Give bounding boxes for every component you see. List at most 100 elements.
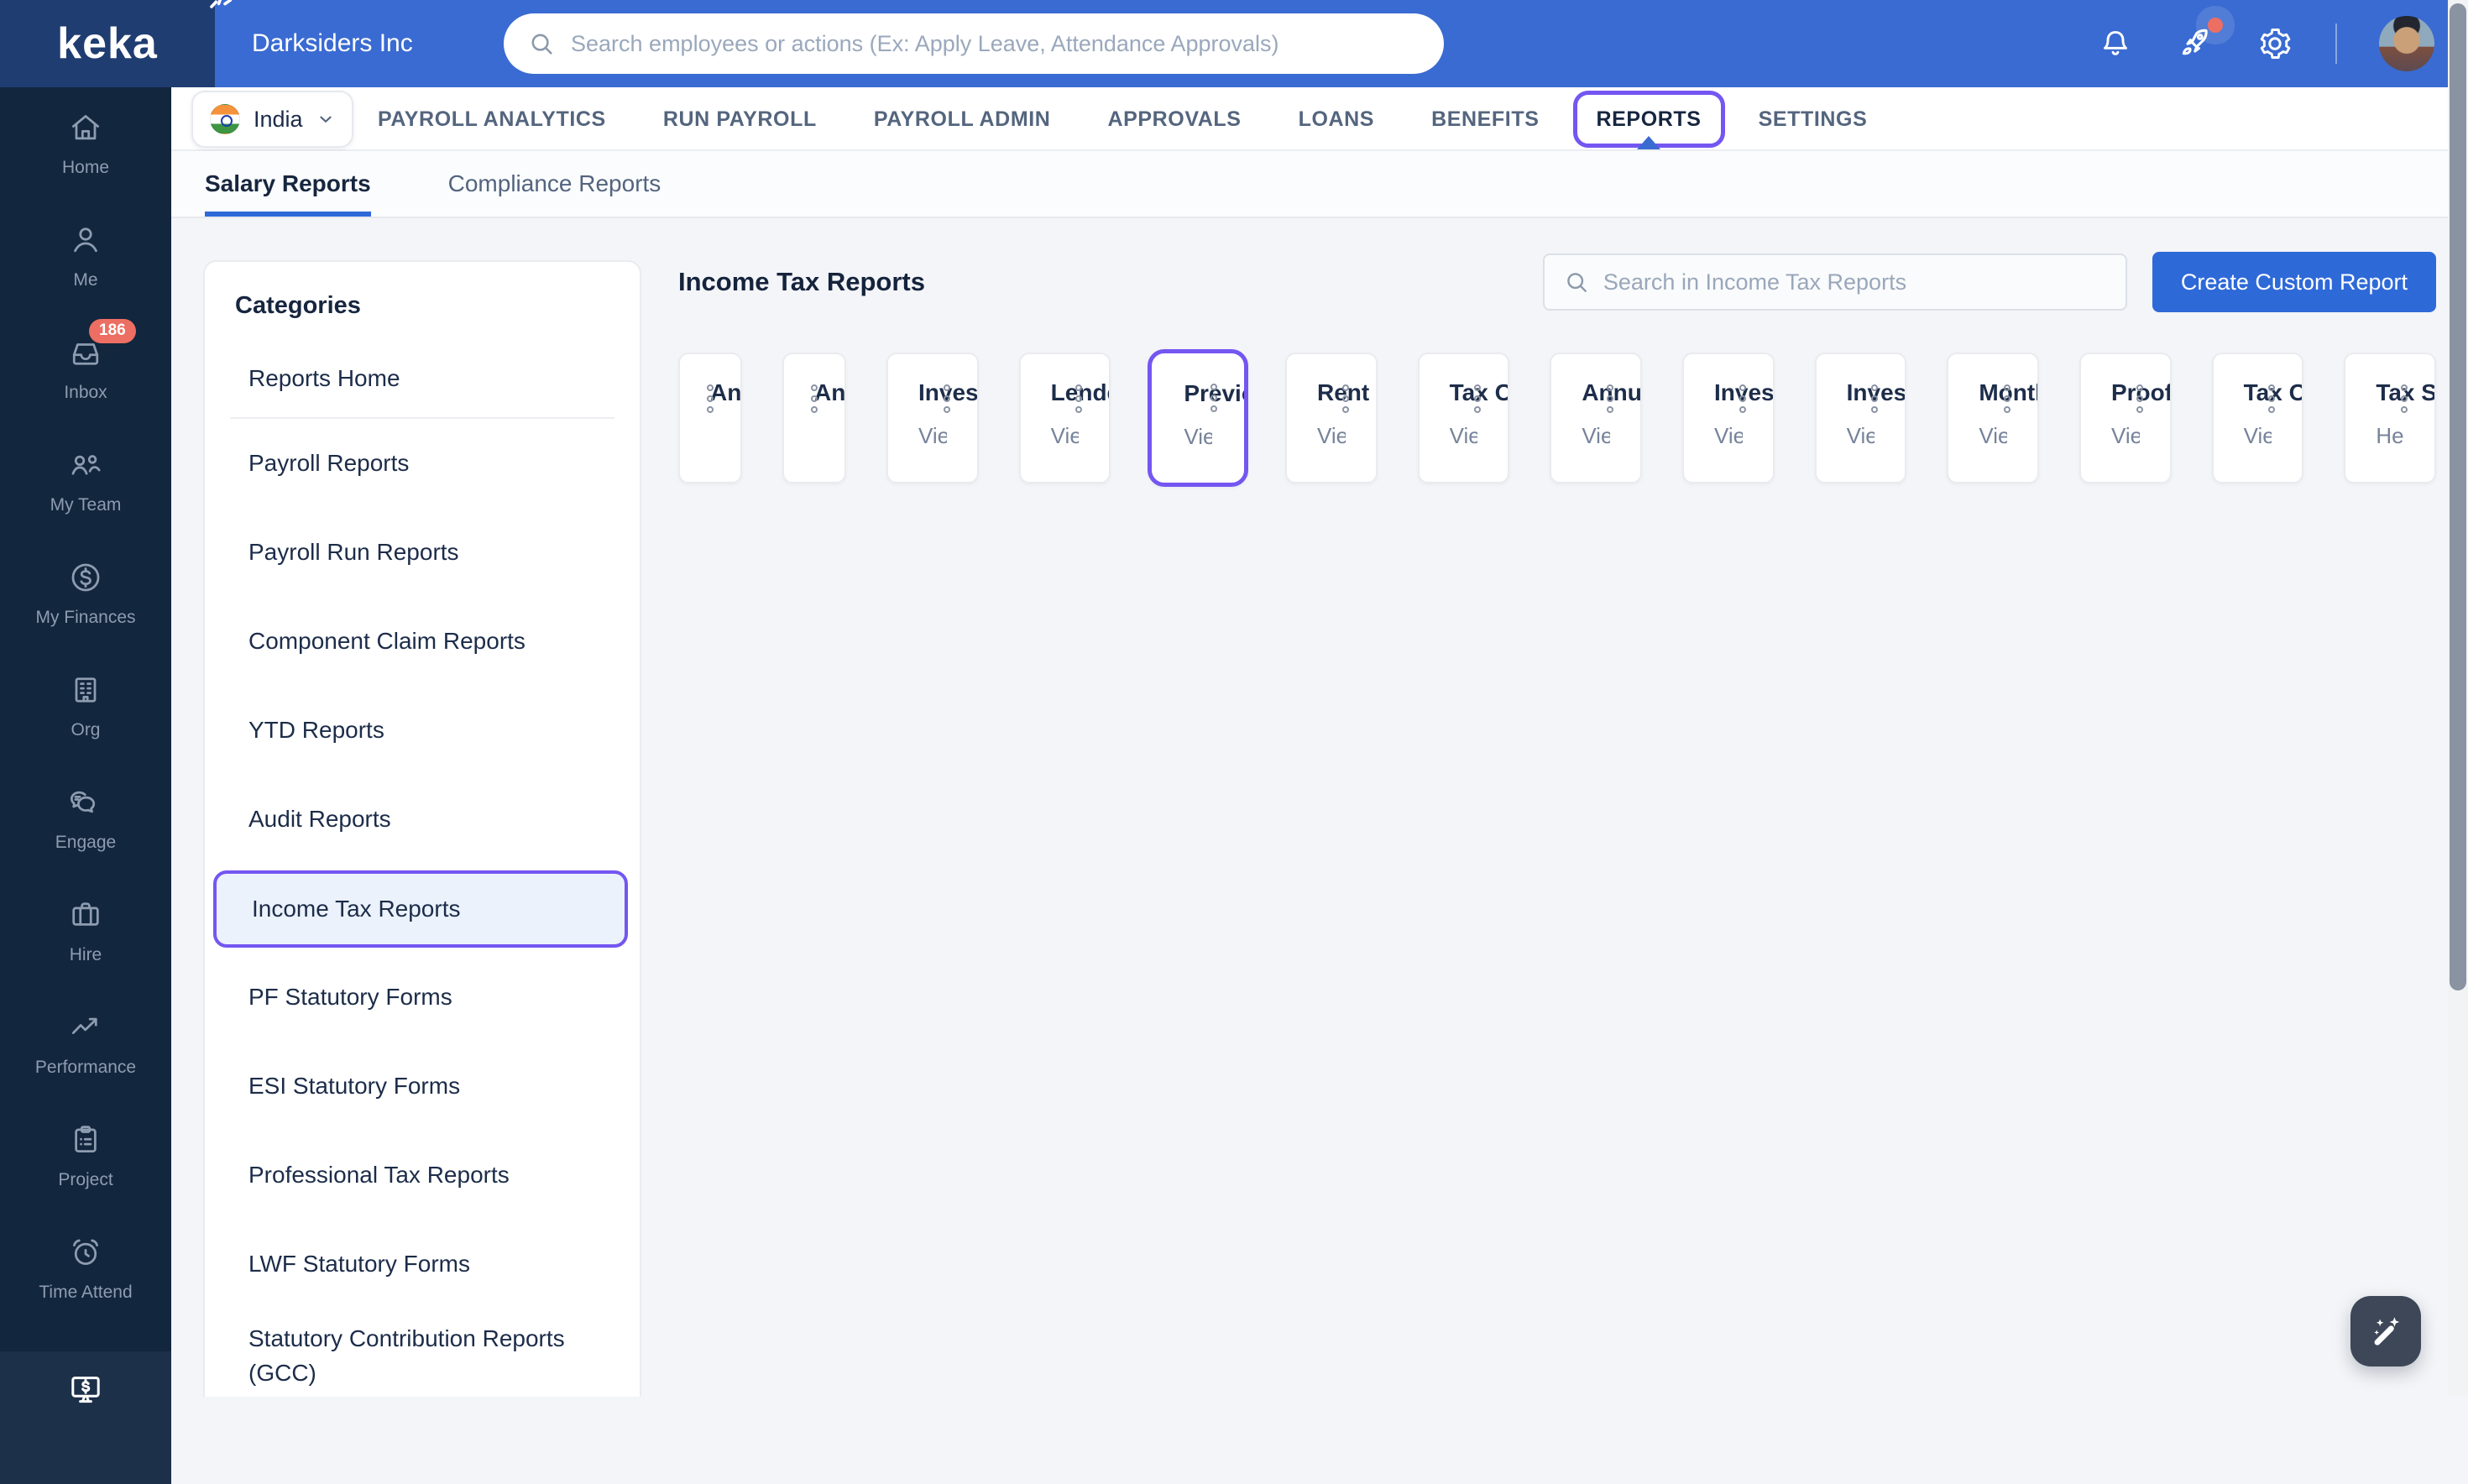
country-selector[interactable]: India bbox=[191, 91, 353, 148]
kebab-menu-icon[interactable] bbox=[702, 379, 719, 418]
report-card-investment-declaration-summary[interactable]: Investment Declaration Summary Report Vi… bbox=[1814, 353, 1907, 483]
user-avatar[interactable] bbox=[2379, 16, 2434, 71]
report-card-proof-submission[interactable]: Proof Submission Report View the detaile… bbox=[2078, 353, 2172, 483]
sidebar-item-hire[interactable]: Hire bbox=[0, 875, 171, 987]
tab-payroll-analytics[interactable]: PAYROLL ANALYTICS bbox=[378, 87, 606, 151]
notifications-bell-icon[interactable] bbox=[2097, 25, 2134, 62]
report-card-desc: View the detailed summary of employee in… bbox=[2110, 423, 2140, 448]
whats-new-rocket-icon[interactable] bbox=[2176, 18, 2223, 63]
tab-benefits[interactable]: BENEFITS bbox=[1431, 87, 1539, 151]
category-audit-reports[interactable]: Audit Reports bbox=[227, 775, 618, 864]
header-divider bbox=[2335, 24, 2337, 64]
report-card-annual-income-tax-detailed[interactable]: Annual Income Tax Detailed Report View a… bbox=[1550, 353, 1642, 483]
report-card-investment-declaration-detailed[interactable]: Investment Declaration Detailed Report V… bbox=[886, 353, 979, 483]
category-pf-statutory-forms[interactable]: PF Statutory Forms bbox=[227, 953, 618, 1042]
category-lwf-statutory-forms[interactable]: LWF Statutory Forms bbox=[227, 1220, 618, 1309]
report-card-tax-on-interest-free-loan[interactable]: Tax On Interest free or Concessional Loa… bbox=[2211, 353, 2304, 483]
global-search-input[interactable] bbox=[571, 30, 1420, 57]
sidebar-label: Engage bbox=[55, 833, 117, 852]
category-reports-home[interactable]: Reports Home bbox=[227, 340, 618, 417]
sidebar-label: Performance bbox=[34, 1058, 137, 1077]
subtab-compliance-reports[interactable]: Compliance Reports bbox=[448, 151, 661, 217]
sidebar-item-me[interactable]: Me bbox=[0, 200, 171, 312]
tab-run-payroll[interactable]: RUN PAYROLL bbox=[663, 87, 817, 151]
category-component-claim-reports[interactable]: Component Claim Reports bbox=[227, 597, 618, 686]
report-subtabs: Salary Reports Compliance Reports bbox=[171, 151, 2448, 218]
kebab-menu-icon[interactable] bbox=[1866, 379, 1883, 418]
team-icon bbox=[71, 455, 101, 475]
kebab-menu-icon[interactable] bbox=[1734, 379, 1751, 418]
keka-logo-text: keka bbox=[57, 19, 158, 68]
kebab-menu-icon[interactable] bbox=[1070, 379, 1087, 418]
create-custom-report-button[interactable]: Create Custom Report bbox=[2152, 252, 2436, 312]
kebab-menu-icon[interactable] bbox=[2396, 379, 2413, 418]
report-card-annual-income-tax-report[interactable]: Annual Income Tax Report View annual inc… bbox=[782, 353, 846, 483]
category-esi-statutory-forms[interactable]: ESI Statutory Forms bbox=[227, 1042, 618, 1131]
report-card-desc: View section wise breakup of declaration… bbox=[1713, 423, 1743, 448]
page-scrollbar[interactable] bbox=[2448, 0, 2468, 1397]
keka-logo[interactable]: keka bbox=[0, 0, 233, 87]
sidebar-label: Inbox bbox=[64, 383, 107, 402]
sidebar-item-performance[interactable]: Performance bbox=[0, 987, 171, 1100]
module-tab-bar: India PAYROLL ANALYTICS RUN PAYROLL PAYR… bbox=[171, 87, 2448, 151]
sidebar-label: My Finances bbox=[35, 608, 136, 627]
dollar-icon bbox=[71, 563, 100, 592]
sidebar-item-org[interactable]: Org bbox=[0, 650, 171, 762]
tab-loans[interactable]: LOANS bbox=[1299, 87, 1375, 151]
chevron-down-icon bbox=[319, 116, 332, 123]
kebab-menu-icon[interactable] bbox=[1337, 379, 1354, 418]
sidebar-item-payroll-active[interactable] bbox=[0, 1351, 171, 1484]
kebab-menu-icon[interactable] bbox=[1602, 379, 1618, 418]
report-card-rent-paid-landlord[interactable]: Rent Paid & Landlord Details View employ… bbox=[1284, 353, 1378, 483]
report-card-lender-details[interactable]: Lender Details Report View lender detail… bbox=[1018, 353, 1111, 483]
report-card-grid: Annual HRA Reports View annual HRA exemp… bbox=[678, 349, 2436, 487]
category-income-tax-reports[interactable]: Income Tax Reports bbox=[213, 870, 628, 948]
kebab-menu-icon[interactable] bbox=[806, 379, 823, 418]
kebab-menu-icon[interactable] bbox=[1999, 379, 2016, 418]
report-card-desc: View tax on perquisites assigned to the … bbox=[1449, 423, 1478, 448]
logo-spark-icon bbox=[210, 0, 233, 8]
sidebar-item-time-attend[interactable]: Time Attend bbox=[0, 1212, 171, 1325]
tab-settings[interactable]: SETTINGS bbox=[1759, 87, 1868, 151]
report-card-tax-surge[interactable]: Tax Surge Report Here you can view the i… bbox=[2344, 353, 2436, 483]
tab-approvals[interactable]: APPROVALS bbox=[1107, 87, 1241, 151]
payroll-monitor-icon bbox=[71, 1377, 100, 1403]
category-payroll-run-reports[interactable]: Payroll Run Reports bbox=[227, 508, 618, 597]
reports-header: Income Tax Reports Create Custom Report bbox=[678, 252, 2436, 312]
tab-reports[interactable]: REPORTS bbox=[1572, 87, 1724, 151]
categories-panel: Categories Reports Home Payroll Reports … bbox=[203, 260, 641, 1397]
kebab-menu-icon[interactable] bbox=[1205, 379, 1222, 417]
report-card-monthly-income-tax-statement[interactable]: Monthly Income Tax Statement View monthl… bbox=[1947, 353, 2039, 483]
category-payroll-reports[interactable]: Payroll Reports bbox=[227, 419, 618, 508]
india-flag-icon bbox=[210, 104, 240, 134]
report-card-investment-declaration-breakup[interactable]: Investment Declaration Breakup Report Vi… bbox=[1681, 353, 1775, 483]
global-search[interactable] bbox=[504, 13, 1444, 74]
report-card-annual-hra-reports[interactable]: Annual HRA Reports View annual HRA exemp… bbox=[678, 353, 742, 483]
kebab-menu-icon[interactable] bbox=[1469, 379, 1486, 418]
sidebar-item-inbox[interactable]: Inbox 186 bbox=[0, 312, 171, 425]
category-statutory-contribution-reports[interactable]: Statutory Contribution Reports (GCC) bbox=[227, 1309, 618, 1397]
sidebar-label: Project bbox=[58, 1170, 113, 1189]
subtab-salary-reports[interactable]: Salary Reports bbox=[205, 151, 371, 217]
sidebar-item-project[interactable]: Project bbox=[0, 1100, 171, 1212]
reports-search[interactable] bbox=[1542, 253, 2127, 311]
report-card-previous-employment-highlighted[interactable]: Previous Employment Report View employee… bbox=[1148, 349, 1248, 487]
category-professional-tax-reports[interactable]: Professional Tax Reports bbox=[227, 1131, 618, 1220]
sidebar-item-home[interactable]: Home bbox=[0, 87, 171, 200]
scrollbar-thumb[interactable] bbox=[2450, 3, 2466, 990]
report-card-tax-on-perk[interactable]: Tax On Perk/Perquisites View tax on perq… bbox=[1417, 353, 1510, 483]
sidebar-item-my-finances[interactable]: My Finances bbox=[0, 537, 171, 650]
report-card-desc: View employee rent paid and landlord det… bbox=[1316, 423, 1346, 448]
category-ytd-reports[interactable]: YTD Reports bbox=[227, 686, 618, 775]
settings-gear-icon[interactable] bbox=[2256, 25, 2293, 62]
reports-search-input[interactable] bbox=[1603, 269, 2107, 295]
kebab-menu-icon[interactable] bbox=[2131, 379, 2148, 418]
tab-payroll-admin[interactable]: PAYROLL ADMIN bbox=[874, 87, 1051, 151]
sidebar-item-engage[interactable]: Engage bbox=[0, 762, 171, 875]
magic-wand-fab-button[interactable] bbox=[2350, 1296, 2421, 1366]
kebab-menu-icon[interactable] bbox=[939, 379, 955, 418]
report-card-desc: View monthly income tax statement of the… bbox=[1979, 423, 2007, 448]
sidebar-item-my-team[interactable]: My Team bbox=[0, 425, 171, 537]
kebab-menu-icon[interactable] bbox=[2263, 379, 2280, 418]
trend-icon bbox=[71, 1017, 97, 1034]
